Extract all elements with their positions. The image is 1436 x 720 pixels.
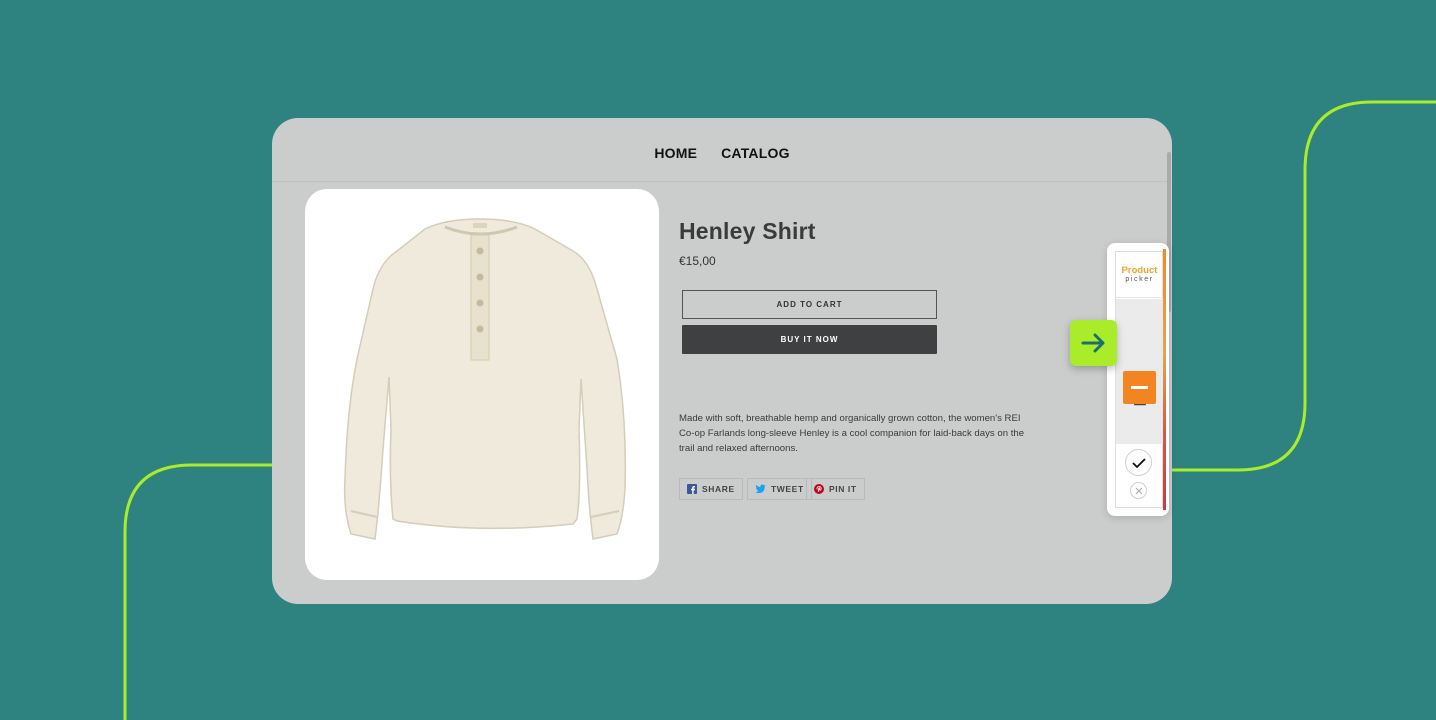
share-twitter-label: TWEET bbox=[771, 484, 804, 494]
confirm-button[interactable] bbox=[1125, 449, 1152, 476]
logo-top-text: Product bbox=[1121, 264, 1158, 276]
product-title: Henley Shirt bbox=[679, 218, 816, 244]
next-arrow-button[interactable] bbox=[1070, 320, 1117, 366]
store-window: HOME CATALOG Henley Shirt €15,00 ADD TO … bbox=[272, 118, 1172, 604]
nav-home-link[interactable]: HOME bbox=[654, 139, 697, 161]
share-facebook-label: SHARE bbox=[702, 484, 735, 494]
share-twitter-button[interactable]: TWEET bbox=[747, 478, 812, 500]
top-nav: HOME CATALOG bbox=[272, 118, 1172, 182]
add-to-cart-button[interactable]: ADD TO CART bbox=[682, 290, 937, 319]
nav-catalog-link[interactable]: CATALOG bbox=[721, 139, 790, 161]
logo-bottom-text: picker bbox=[1125, 275, 1154, 283]
henley-shirt-image bbox=[343, 218, 627, 540]
close-icon bbox=[1135, 487, 1142, 494]
pinterest-icon bbox=[814, 484, 824, 494]
product-image bbox=[305, 189, 659, 580]
minus-icon bbox=[1131, 386, 1148, 389]
picker-accent-bar bbox=[1163, 249, 1166, 510]
arrow-right-icon bbox=[1081, 333, 1104, 353]
twitter-icon bbox=[755, 484, 766, 494]
buy-it-now-button[interactable]: BUY IT NOW bbox=[682, 325, 937, 354]
decrease-quantity-button[interactable] bbox=[1123, 371, 1156, 404]
check-icon bbox=[1131, 457, 1146, 468]
share-facebook-button[interactable]: SHARE bbox=[679, 478, 743, 500]
product-description: Made with soft, breathable hemp and orga… bbox=[679, 413, 1025, 454]
facebook-icon bbox=[687, 484, 697, 494]
product-picker-logo: Product picker bbox=[1116, 252, 1163, 298]
product-price: €15,00 bbox=[679, 254, 716, 268]
share-pinterest-button[interactable]: PIN IT bbox=[806, 478, 865, 500]
cancel-button[interactable] bbox=[1130, 482, 1147, 499]
share-pinterest-label: PIN IT bbox=[829, 484, 857, 494]
